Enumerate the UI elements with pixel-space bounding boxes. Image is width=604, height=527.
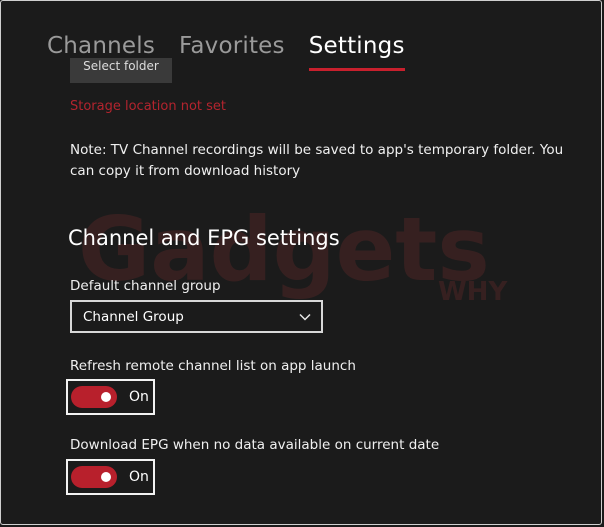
dropdown-value: Channel Group xyxy=(83,308,184,325)
refresh-toggle-state: On xyxy=(129,389,149,405)
channel-group-dropdown[interactable]: Channel Group xyxy=(70,300,323,333)
tab-favorites[interactable]: Favorites xyxy=(179,33,285,59)
refresh-toggle[interactable]: On xyxy=(66,379,155,415)
refresh-setting-label: Refresh remote channel list on app launc… xyxy=(70,358,356,374)
download-epg-toggle-knob xyxy=(101,472,111,482)
tab-bar: Channels Favorites Settings xyxy=(47,33,405,71)
default-group-label: Default channel group xyxy=(70,278,221,294)
chevron-down-icon xyxy=(299,313,311,321)
download-epg-toggle-state: On xyxy=(129,469,149,485)
download-epg-label: Download EPG when no data available on c… xyxy=(70,437,440,453)
refresh-toggle-knob xyxy=(101,392,111,402)
select-folder-button[interactable]: Select folder xyxy=(70,58,172,83)
recordings-note: Note: TV Channel recordings will be save… xyxy=(70,142,564,179)
download-epg-toggle[interactable]: On xyxy=(66,459,155,495)
epg-section-heading: Channel and EPG settings xyxy=(68,226,340,250)
select-folder-label: Select folder xyxy=(83,59,159,73)
refresh-toggle-track xyxy=(71,386,117,408)
tab-channels[interactable]: Channels xyxy=(47,33,155,59)
tab-settings[interactable]: Settings xyxy=(308,33,405,71)
download-epg-toggle-track xyxy=(71,466,117,488)
storage-warning-text: Storage location not set xyxy=(70,99,226,114)
